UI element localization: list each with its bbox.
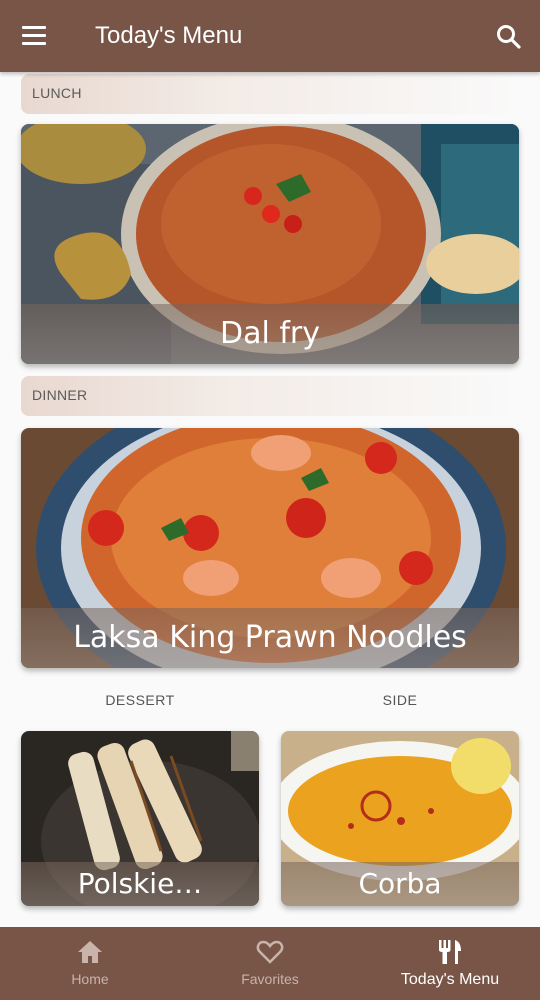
dish-title-dessert: Polskie… <box>21 862 259 906</box>
nav-item-favorites[interactable]: Favorites <box>180 927 360 1000</box>
search-icon[interactable] <box>496 24 522 50</box>
dish-title-side: Corba <box>281 862 519 906</box>
app-bar: Today's Menu <box>0 0 540 72</box>
section-header-dinner: DINNER <box>21 376 519 416</box>
section-label-dessert: DESSERT <box>105 692 175 708</box>
nav-label-home: Home <box>71 971 109 987</box>
section-header-lunch: LUNCH <box>21 74 519 114</box>
home-icon <box>76 937 104 967</box>
nav-label-favorites: Favorites <box>241 971 299 987</box>
dish-title-lunch: Dal fry <box>21 304 519 364</box>
dish-card-dinner[interactable]: Laksa King Prawn Noodles <box>21 428 519 668</box>
heart-icon <box>256 937 284 967</box>
dish-card-side[interactable]: Corba <box>281 731 519 906</box>
dish-title-dinner: Laksa King Prawn Noodles <box>21 608 519 668</box>
page-title: Today's Menu <box>95 22 243 49</box>
section-label-side: SIDE <box>382 692 418 708</box>
nav-label-todays-menu: Today's Menu <box>400 971 500 988</box>
restaurant-icon <box>436 937 464 967</box>
nav-item-home[interactable]: Home <box>0 927 180 1000</box>
dish-card-dessert[interactable]: Polskie… <box>21 731 259 906</box>
dish-card-lunch[interactable]: Dal fry <box>21 124 519 364</box>
nav-item-todays-menu[interactable]: Today's Menu <box>360 927 540 1000</box>
menu-icon[interactable] <box>22 24 50 48</box>
bottom-navigation: Home Favorites Today's Menu <box>0 927 540 1000</box>
